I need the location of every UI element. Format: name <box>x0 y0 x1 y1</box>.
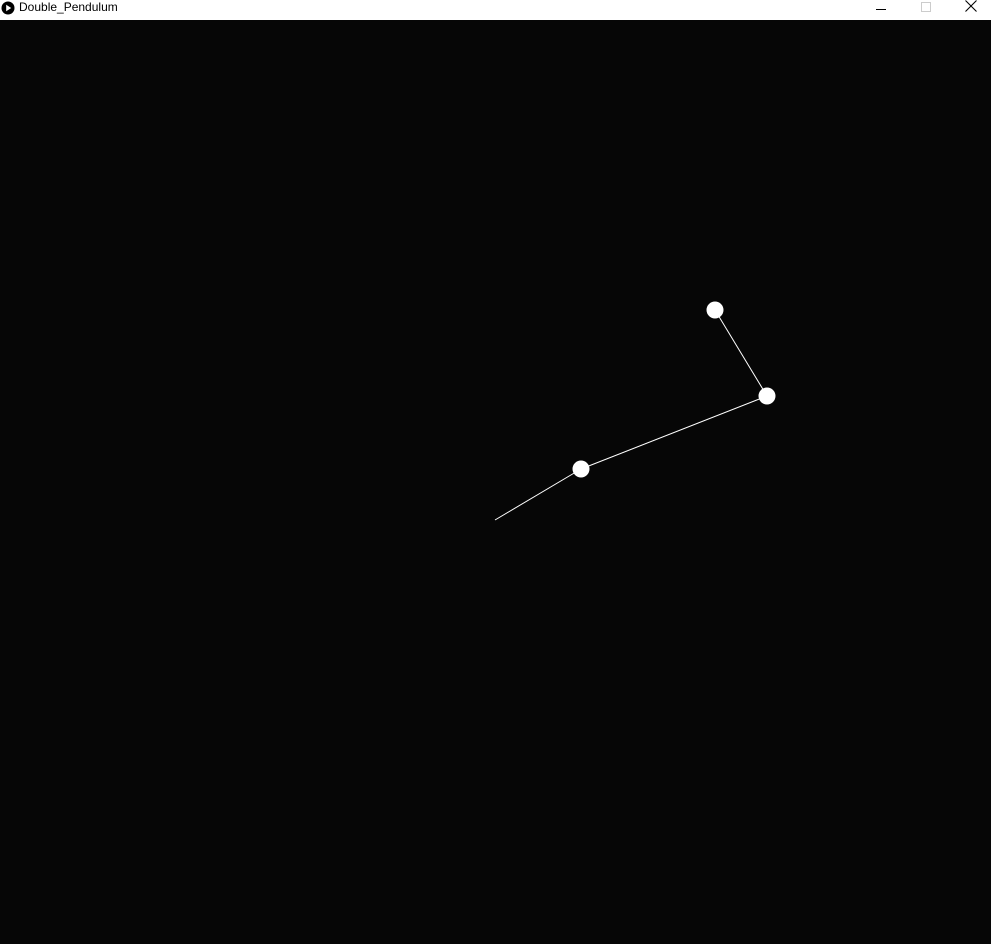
title-bar[interactable]: Double_Pendulum <box>0 0 991 20</box>
close-icon <box>964 0 977 17</box>
maximize-button[interactable] <box>903 0 948 15</box>
minimize-icon <box>875 0 886 17</box>
processing-play-icon[interactable] <box>1 1 15 15</box>
pendulum-drawing <box>494 301 776 521</box>
minimize-button[interactable] <box>858 0 903 15</box>
app-window: Double_Pendulum <box>0 0 991 944</box>
lower-rod <box>714 309 768 397</box>
close-button[interactable] <box>948 0 991 15</box>
first-bob <box>758 387 776 405</box>
second-bob <box>706 301 724 319</box>
sketch-canvas[interactable] <box>0 20 991 944</box>
window-title: Double_Pendulum <box>19 0 118 14</box>
maximize-icon <box>920 0 931 17</box>
upper-rod <box>580 395 768 470</box>
trail-line <box>494 468 582 521</box>
pivot-bob <box>572 460 590 478</box>
